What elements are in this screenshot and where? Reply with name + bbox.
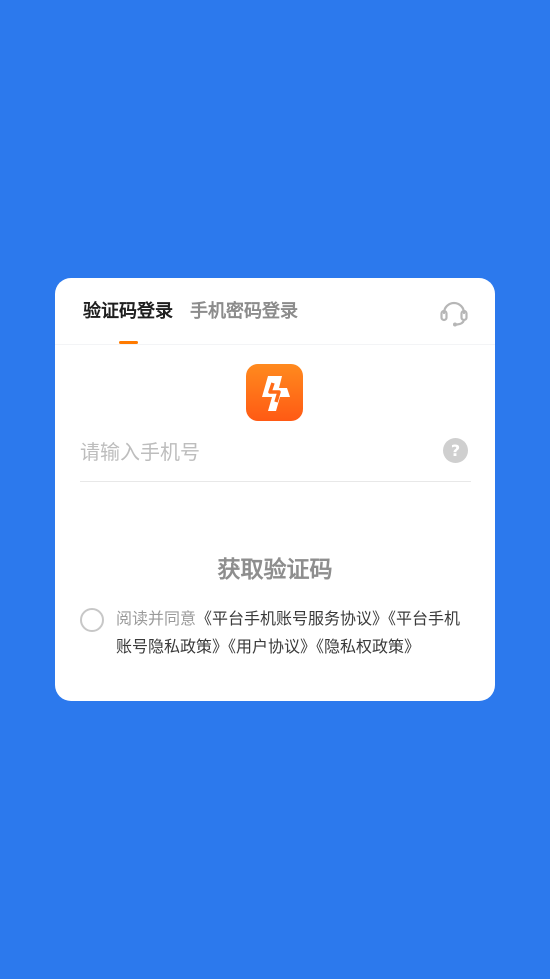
input-divider [80, 481, 471, 482]
headset-icon[interactable] [438, 296, 470, 328]
login-tabs: 验证码登录 手机密码登录 [55, 278, 495, 345]
tab-password-login[interactable]: 手机密码登录 [190, 300, 298, 324]
tab-sms-login[interactable]: 验证码登录 [83, 300, 173, 324]
agreement-text: 阅读并同意《平台手机账号服务协议》《平台手机账号隐私政策》《用户协议》《隐私权政… [116, 605, 474, 661]
agreement-radio[interactable] [80, 608, 104, 632]
link-service-agreement[interactable]: 《平台手机账号服务协议》 [196, 609, 388, 628]
active-tab-indicator [119, 341, 138, 344]
get-code-button[interactable]: 获取验证码 [55, 554, 495, 586]
link-user-agreement[interactable]: 《用户协议》 [228, 637, 316, 656]
question-circle-icon[interactable]: ? [443, 438, 468, 463]
link-privacy-rights-policy[interactable]: 《隐私权政策》 [316, 637, 420, 656]
agreement-prefix: 阅读并同意 [116, 609, 197, 628]
login-card: 验证码登录 手机密码登录 ? 获取验证码 阅读并同意《平台手机账号服务协议》《平… [55, 278, 495, 701]
app-logo [246, 364, 303, 421]
phone-input[interactable] [80, 435, 425, 469]
